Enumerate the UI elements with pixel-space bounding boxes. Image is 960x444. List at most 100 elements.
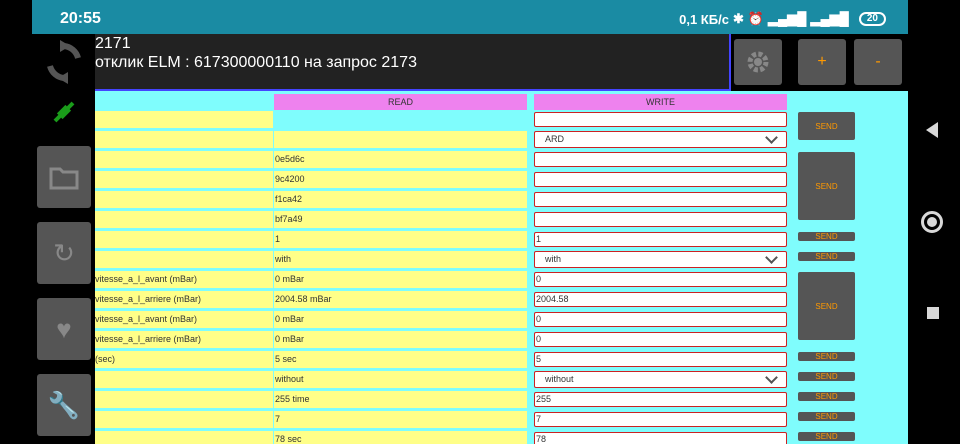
write-dropdown[interactable]: with bbox=[534, 251, 787, 268]
read-value: 2004.58 mBar bbox=[274, 291, 527, 308]
read-value: 1 bbox=[274, 231, 527, 248]
net-speed: 0,1 КБ/с bbox=[679, 11, 729, 27]
param-label bbox=[95, 391, 273, 408]
header-line-1: 2171 bbox=[95, 35, 131, 52]
battery-icon: 20 bbox=[858, 12, 886, 26]
status-time: 20:55 bbox=[60, 10, 101, 27]
send-button[interactable]: SEND bbox=[798, 232, 855, 241]
write-value: without bbox=[545, 374, 574, 384]
gear-icon bbox=[747, 51, 769, 73]
write-value: 255 bbox=[536, 394, 552, 404]
folder-button[interactable] bbox=[37, 146, 91, 208]
back-icon[interactable] bbox=[926, 122, 938, 138]
write-value: ARD bbox=[545, 134, 565, 144]
write-value: 1 bbox=[536, 234, 542, 244]
send-button[interactable]: SEND bbox=[798, 412, 855, 421]
write-input[interactable]: 7 bbox=[534, 412, 787, 427]
chevron-down-icon bbox=[765, 131, 778, 144]
chevron-down-icon bbox=[765, 371, 778, 384]
recent-apps-icon[interactable] bbox=[927, 307, 939, 319]
param-label bbox=[95, 211, 273, 228]
read-value: 9c4200 bbox=[274, 171, 527, 188]
send-button[interactable]: SEND bbox=[798, 152, 855, 220]
header-line-2: отклик ELM : 617300000110 на запрос 2173 bbox=[95, 54, 417, 71]
write-input[interactable]: 0 bbox=[534, 272, 787, 287]
write-input[interactable] bbox=[534, 212, 787, 227]
alarm-icon: ⏰ bbox=[747, 11, 765, 26]
param-label bbox=[95, 431, 273, 444]
read-value: 0 mBar bbox=[274, 331, 527, 348]
read-value bbox=[274, 131, 527, 148]
connection-plug-icon bbox=[50, 98, 78, 126]
write-dropdown[interactable]: ARD bbox=[534, 131, 787, 148]
signal-icon: ▂▄▆█ bbox=[768, 11, 807, 26]
param-label: vitesse_a_l_arriere (mBar) bbox=[95, 291, 273, 308]
write-input[interactable]: 78 bbox=[534, 432, 787, 444]
param-label: vitesse_a_l_avant (mBar) bbox=[95, 311, 273, 328]
param-label bbox=[95, 371, 273, 388]
read-column-header: READ bbox=[274, 94, 527, 110]
send-button[interactable]: SEND bbox=[798, 272, 855, 340]
home-icon[interactable] bbox=[921, 211, 943, 233]
settings-button[interactable] bbox=[734, 39, 782, 85]
write-value: 7 bbox=[536, 414, 542, 424]
write-value: 2004.58 bbox=[536, 294, 569, 304]
read-value: bf7a49 bbox=[274, 211, 527, 228]
param-label bbox=[95, 151, 273, 168]
send-button[interactable]: SEND bbox=[798, 112, 855, 140]
write-value: with bbox=[545, 254, 562, 264]
send-button[interactable]: SEND bbox=[798, 372, 855, 381]
tools-button[interactable]: 🔧 bbox=[37, 374, 91, 436]
param-label: vitesse_a_l_arriere (mBar) bbox=[95, 331, 273, 348]
send-button[interactable]: SEND bbox=[798, 252, 855, 261]
read-value: 0 mBar bbox=[274, 271, 527, 288]
read-value: f1ca42 bbox=[274, 191, 527, 208]
read-value: 0 mBar bbox=[274, 311, 527, 328]
write-input[interactable]: 5 bbox=[534, 352, 787, 367]
write-input[interactable] bbox=[534, 192, 787, 207]
signal-icon-2: ▂▄▆█ bbox=[810, 11, 849, 26]
system-left-edge bbox=[0, 0, 32, 444]
navigation-bar bbox=[908, 0, 960, 444]
write-column-header: WRITE bbox=[534, 94, 787, 110]
status-bar: 20:55 0,1 КБ/с ✱ ⏰ ▂▄▆█ ▂▄▆█ 20 bbox=[32, 0, 908, 34]
write-dropdown[interactable]: without bbox=[534, 371, 787, 388]
read-value: 0e5d6c bbox=[274, 151, 527, 168]
write-input[interactable]: 0 bbox=[534, 332, 787, 347]
write-value: 0 bbox=[536, 274, 542, 284]
param-label bbox=[95, 111, 273, 128]
minus-button[interactable]: - bbox=[854, 39, 902, 85]
sync-icon[interactable] bbox=[42, 34, 86, 90]
write-input[interactable] bbox=[534, 172, 787, 187]
write-input[interactable] bbox=[534, 112, 787, 127]
read-value: with bbox=[274, 251, 527, 268]
write-input[interactable]: 2004.58 bbox=[534, 292, 787, 307]
send-button[interactable]: SEND bbox=[798, 432, 855, 441]
read-value: 7 bbox=[274, 411, 527, 428]
write-input[interactable]: 1 bbox=[534, 232, 787, 247]
refresh-button[interactable]: ↻ bbox=[37, 222, 91, 284]
status-indicators: 0,1 КБ/с ✱ ⏰ ▂▄▆█ ▂▄▆█ 20 bbox=[679, 11, 886, 27]
write-input[interactable]: 0 bbox=[534, 312, 787, 327]
param-label bbox=[95, 411, 273, 428]
write-value: 0 bbox=[536, 314, 542, 324]
favorite-button[interactable]: ♥ bbox=[37, 298, 91, 360]
read-value: 5 sec bbox=[274, 351, 527, 368]
chevron-down-icon bbox=[765, 251, 778, 264]
write-value: 78 bbox=[536, 434, 547, 444]
param-label bbox=[95, 251, 273, 268]
param-label: (sec) bbox=[95, 351, 273, 368]
write-input[interactable] bbox=[534, 152, 787, 167]
heart-icon: ♥ bbox=[56, 313, 72, 344]
param-label bbox=[95, 231, 273, 248]
param-label bbox=[95, 171, 273, 188]
plus-button[interactable]: + bbox=[798, 39, 846, 85]
write-value: 0 bbox=[536, 334, 542, 344]
send-button[interactable]: SEND bbox=[798, 352, 855, 361]
param-label bbox=[95, 131, 273, 148]
write-input[interactable]: 255 bbox=[534, 392, 787, 407]
send-button[interactable]: SEND bbox=[798, 392, 855, 401]
read-value: without bbox=[274, 371, 527, 388]
refresh-icon: ↻ bbox=[53, 237, 75, 268]
param-label: vitesse_a_l_avant (mBar) bbox=[95, 271, 273, 288]
